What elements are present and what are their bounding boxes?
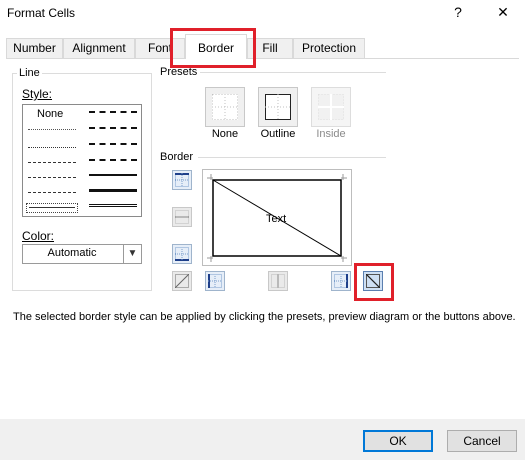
style-label: Style: <box>22 87 53 101</box>
line-style-dotted[interactable] <box>28 147 76 148</box>
border-bottom-button[interactable] <box>172 244 192 264</box>
tab-strip-divider <box>6 58 519 59</box>
color-select[interactable]: Automatic ▼ <box>22 244 142 264</box>
border-separator <box>198 157 386 158</box>
line-style-double[interactable] <box>89 204 137 207</box>
line-style-slanted-dash-dot[interactable] <box>89 127 137 129</box>
preset-inside-label: Inside <box>316 128 346 140</box>
preset-outline-button[interactable] <box>258 87 298 127</box>
color-label: Color: <box>22 229 55 243</box>
tab-alignment[interactable]: Alignment <box>63 38 135 58</box>
line-style-medium-dash-dot[interactable] <box>89 143 137 145</box>
close-button[interactable]: ✕ <box>492 3 514 23</box>
line-group-label: Line <box>17 67 42 79</box>
line-style-list[interactable]: None <box>22 104 142 217</box>
preset-none-label: None <box>211 128 239 140</box>
tab-border[interactable]: Border <box>185 34 247 59</box>
border-bottom-icon <box>175 247 189 261</box>
border-inside-vertical-button[interactable] <box>268 271 288 291</box>
line-style-dashed[interactable] <box>28 192 76 193</box>
border-diagonal-down-icon <box>366 274 380 288</box>
color-select-value: Automatic <box>47 247 97 259</box>
line-style-thick[interactable] <box>89 189 137 192</box>
preset-none-button[interactable] <box>205 87 245 127</box>
presets-group-label: Presets <box>160 66 198 78</box>
tab-number[interactable]: Number <box>6 38 63 58</box>
tab-protection[interactable]: Protection <box>293 38 365 58</box>
border-diagonal-up-icon <box>175 274 189 288</box>
line-style-thin-selected[interactable] <box>26 203 78 213</box>
preset-inside-icon <box>318 94 344 120</box>
preset-none-icon <box>212 94 238 120</box>
border-top-button[interactable] <box>172 170 192 190</box>
presets-separator <box>200 72 386 73</box>
border-diagonal-up-button[interactable] <box>172 271 192 291</box>
line-style-none[interactable]: None <box>37 108 63 120</box>
border-inside-horizontal-icon <box>175 210 189 224</box>
help-button[interactable]: ? <box>447 3 469 23</box>
cancel-button[interactable]: Cancel <box>447 430 517 452</box>
tab-font[interactable]: Font <box>135 38 185 58</box>
chevron-down-icon[interactable]: ▼ <box>123 245 141 263</box>
line-style-medium[interactable] <box>89 174 137 176</box>
border-group-label: Border <box>160 151 194 163</box>
border-inside-horizontal-button[interactable] <box>172 207 192 227</box>
line-style-dash-dot-dot[interactable] <box>28 162 76 163</box>
preview-text: Text <box>266 213 287 225</box>
ok-button[interactable]: OK <box>363 430 433 452</box>
border-right-icon <box>334 274 348 288</box>
line-style-thin[interactable] <box>29 207 75 208</box>
window-title: Format Cells <box>7 6 76 20</box>
preset-inside-button[interactable] <box>311 87 351 127</box>
border-diagonal-down-button[interactable] <box>363 271 383 291</box>
line-style-dash-dot[interactable] <box>28 177 76 178</box>
preset-outline-icon <box>265 94 291 120</box>
status-text: The selected border style can be applied… <box>13 311 516 323</box>
line-style-medium-dash-dot-dot[interactable] <box>89 111 137 113</box>
border-preview-diagram[interactable]: Text <box>202 169 352 266</box>
border-left-icon <box>208 274 222 288</box>
line-style-hair[interactable] <box>28 129 76 130</box>
tab-fill[interactable]: Fill <box>247 38 293 58</box>
border-left-button[interactable] <box>205 271 225 291</box>
line-style-medium-dashed[interactable] <box>89 159 137 161</box>
border-inside-vertical-icon <box>271 274 285 288</box>
preset-outline-label: Outline <box>260 128 296 140</box>
border-top-icon <box>175 173 189 187</box>
border-right-button[interactable] <box>331 271 351 291</box>
